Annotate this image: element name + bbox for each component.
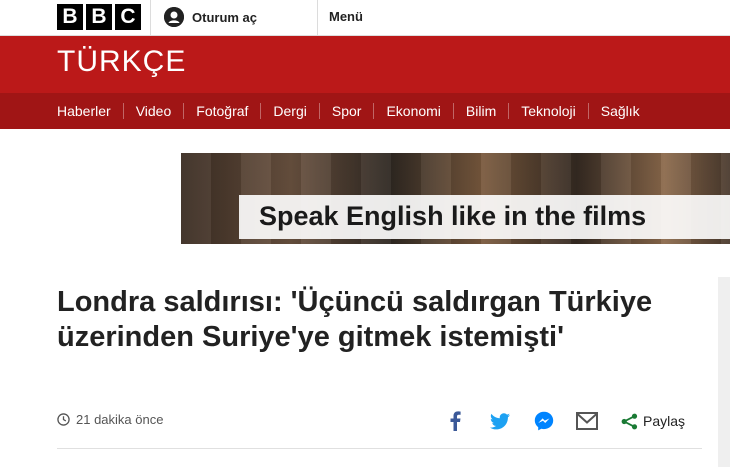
- nav-item-saglik[interactable]: Sağlık: [587, 103, 652, 119]
- share-label: Paylaş: [643, 413, 686, 429]
- twitter-share-button[interactable]: [487, 408, 513, 434]
- site-title[interactable]: TÜRKÇE: [57, 45, 186, 79]
- clock-icon: [57, 413, 70, 426]
- menu-button[interactable]: Menü: [329, 9, 363, 24]
- nav-item-video[interactable]: Video: [122, 103, 184, 119]
- advertisement-banner[interactable]: Speak English like in the films: [181, 153, 730, 244]
- share-button[interactable]: Paylaş: [621, 408, 691, 434]
- facebook-icon: [450, 411, 461, 431]
- bbc-logo-letter-b1: B: [57, 4, 83, 30]
- signin-button[interactable]: Oturum aç: [164, 6, 257, 28]
- nav-item-haberler[interactable]: Haberler: [57, 103, 123, 119]
- article-timestamp: 21 dakika önce: [76, 412, 164, 427]
- ad-text: Speak English like in the films: [259, 201, 647, 231]
- main-nav: Haberler Video Fotoğraf Dergi Spor Ekono…: [0, 93, 730, 129]
- sidebar-strip: [718, 277, 730, 467]
- messenger-icon: [534, 411, 554, 431]
- bbc-logo-letter-c: C: [115, 4, 141, 30]
- article-headline: Londra saldırısı: 'Üçüncü saldırgan Türk…: [57, 286, 653, 353]
- nav-item-teknoloji[interactable]: Teknoloji: [508, 103, 587, 119]
- share-icon: [621, 413, 638, 429]
- nav-item-ekonomi[interactable]: Ekonomi: [373, 103, 452, 119]
- nav-list: Haberler Video Fotoğraf Dergi Spor Ekono…: [57, 93, 652, 129]
- facebook-share-button[interactable]: [444, 408, 466, 434]
- signin-label: Oturum aç: [192, 9, 258, 25]
- divider: [57, 448, 702, 449]
- email-icon: [576, 412, 598, 430]
- bbc-logo-letter-b2: B: [86, 4, 112, 30]
- brand-banner: TÜRKÇE: [0, 36, 730, 93]
- divider: [317, 0, 318, 36]
- top-bar: B B C Oturum aç Menü: [0, 0, 730, 36]
- email-share-button[interactable]: [575, 408, 599, 434]
- article-meta: 21 dakika önce: [57, 412, 163, 427]
- user-icon: [164, 7, 184, 27]
- nav-item-spor[interactable]: Spor: [318, 103, 374, 119]
- nav-item-dergi[interactable]: Dergi: [260, 103, 318, 119]
- divider: [150, 0, 151, 36]
- bbc-logo[interactable]: B B C: [57, 4, 141, 30]
- nav-item-fotograf[interactable]: Fotoğraf: [183, 103, 260, 119]
- twitter-icon: [490, 412, 510, 429]
- nav-item-bilim[interactable]: Bilim: [452, 103, 508, 119]
- messenger-share-button[interactable]: [532, 408, 556, 434]
